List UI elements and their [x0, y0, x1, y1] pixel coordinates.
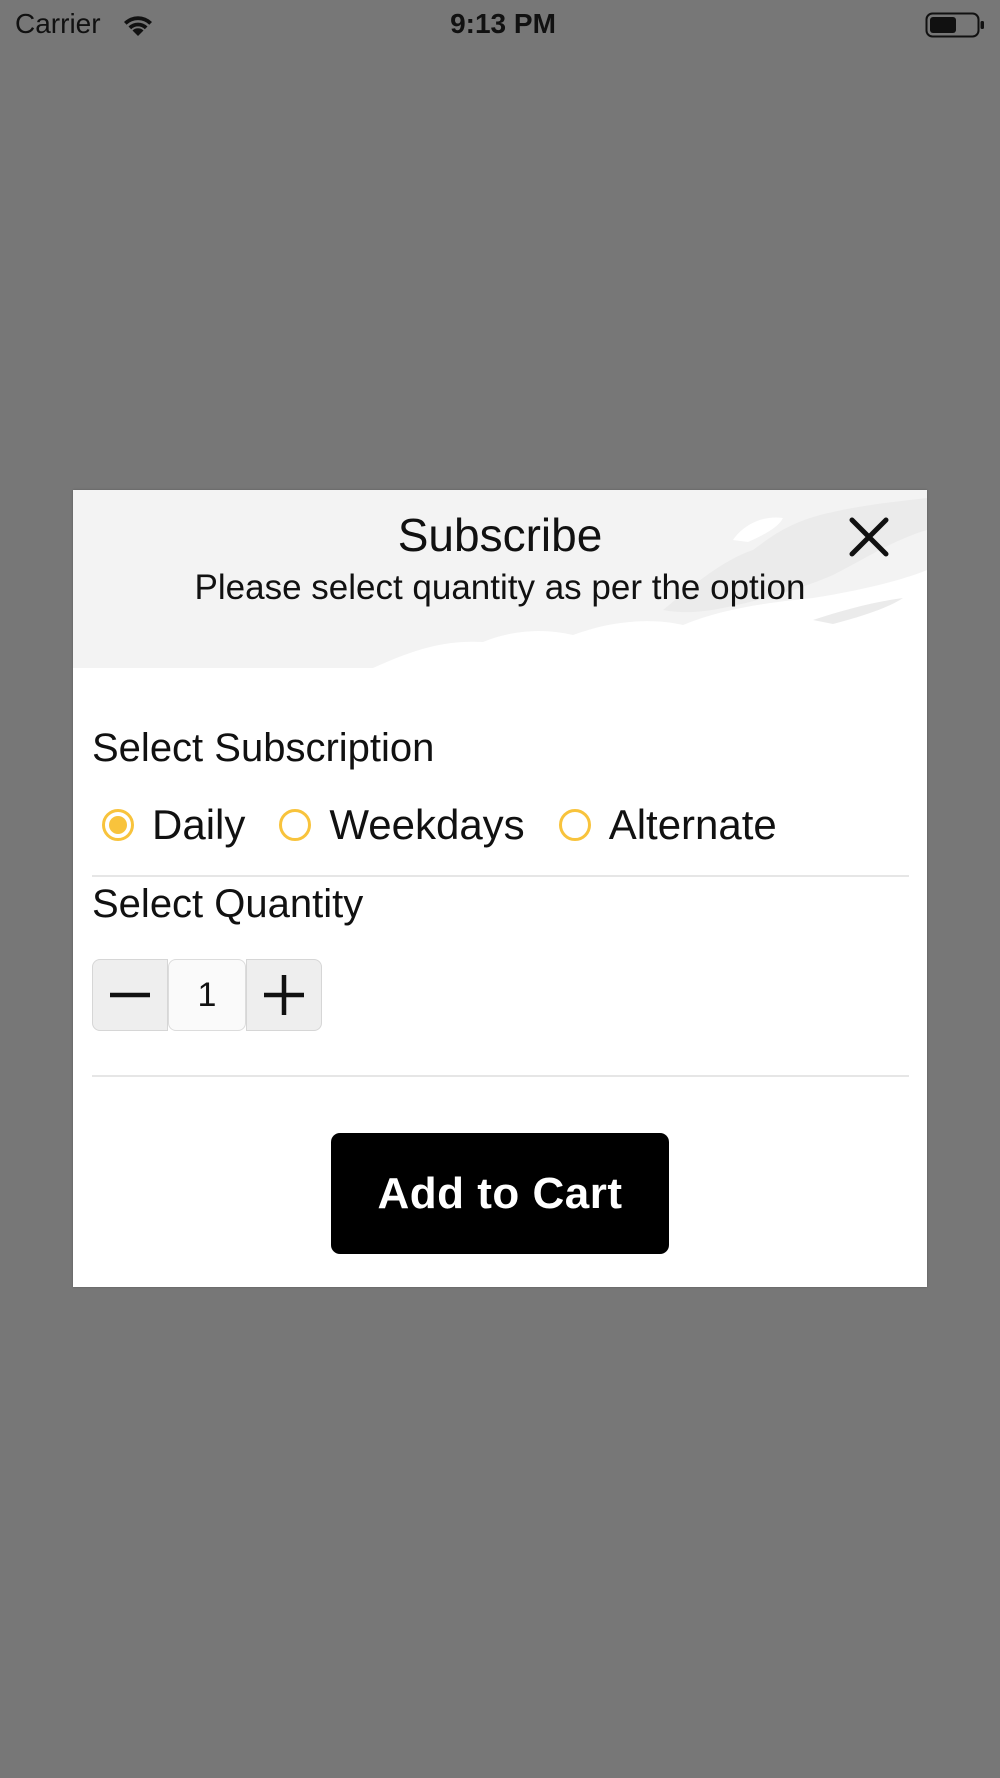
- close-icon[interactable]: [846, 514, 892, 560]
- modal-title: Subscribe: [397, 509, 603, 561]
- subscribe-modal: Subscribe Please select quantity as per …: [73, 490, 927, 1287]
- increment-button[interactable]: [246, 959, 322, 1031]
- modal-header: Subscribe Please select quantity as per …: [73, 490, 927, 668]
- status-bar: Carrier 9:13 PM: [0, 0, 1000, 50]
- radio-option-alternate[interactable]: Alternate: [558, 801, 777, 849]
- subscription-radio-group: Daily Weekdays Alternate: [102, 800, 811, 850]
- divider: [92, 875, 909, 877]
- radio-label-daily: Daily: [152, 801, 246, 848]
- quantity-stepper: 1: [92, 959, 322, 1031]
- quantity-label: Select Quantity: [92, 882, 364, 926]
- radio-option-daily[interactable]: Daily: [102, 801, 245, 849]
- radio-option-weekdays[interactable]: Weekdays: [279, 801, 525, 849]
- battery-icon: [925, 12, 984, 38]
- modal-subtitle: Please select quantity as per the option: [194, 568, 806, 607]
- radio-unselected-icon: [558, 809, 591, 841]
- minus-icon: [110, 992, 150, 998]
- quantity-value[interactable]: 1: [168, 959, 246, 1031]
- add-to-cart-button[interactable]: Add to Cart: [331, 1133, 669, 1254]
- radio-label-alternate: Alternate: [608, 801, 777, 848]
- decrement-button[interactable]: [92, 959, 168, 1031]
- radio-unselected-icon: [279, 809, 312, 841]
- subscription-label: Select Subscription: [92, 726, 435, 770]
- plus-icon: [264, 975, 304, 1015]
- radio-label-weekdays: Weekdays: [329, 801, 525, 848]
- divider: [92, 1075, 909, 1077]
- status-time: 9:13 PM: [450, 8, 556, 39]
- radio-selected-icon: [102, 809, 134, 841]
